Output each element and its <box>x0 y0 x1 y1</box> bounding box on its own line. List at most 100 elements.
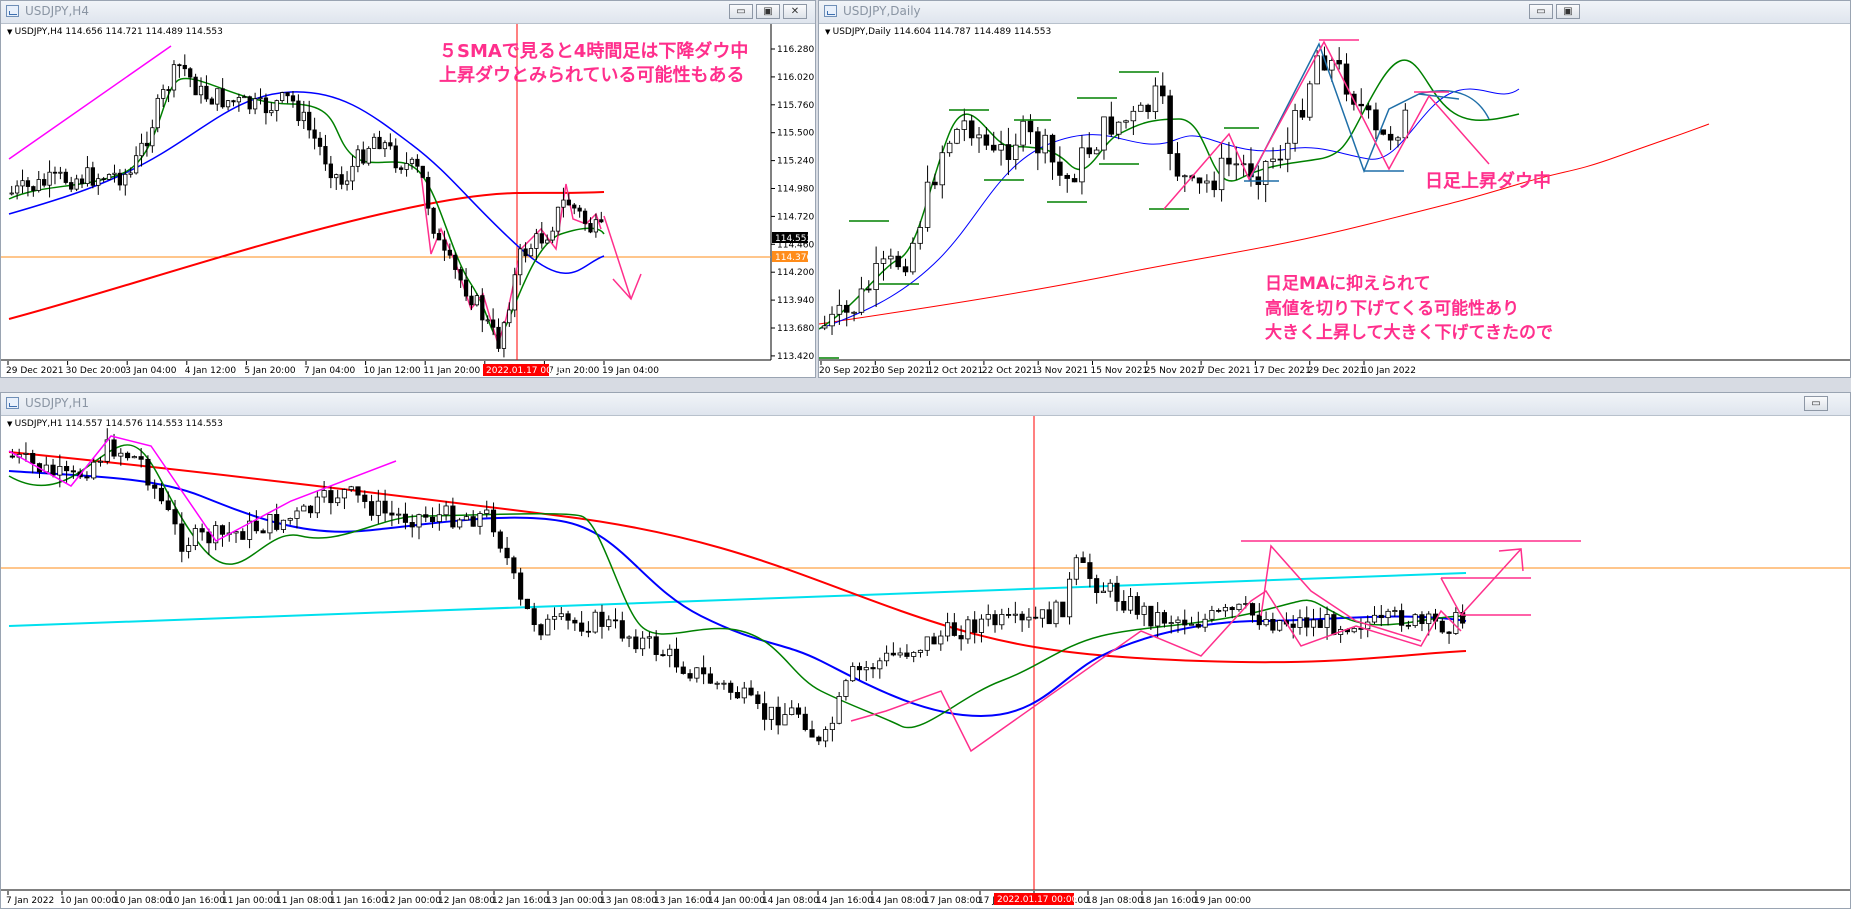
box-diagonal <box>1440 577 1462 616</box>
candle-body <box>138 456 144 460</box>
candle-body <box>1152 85 1159 113</box>
candle-body <box>531 608 537 626</box>
time-label: 30 Sep 2021 <box>873 366 930 376</box>
chart-window-daily[interactable]: USDJPY,Daily ▭ ▣ 20 Sep 2021 30 Sep 2021… <box>818 0 1851 378</box>
time-label: 30 Dec 20:00 <box>66 366 127 376</box>
candle-body <box>1145 104 1151 113</box>
candle-body <box>851 311 857 314</box>
candle-body <box>588 223 593 233</box>
candle-body <box>42 179 47 186</box>
price-label: 114.720 <box>777 212 814 222</box>
candle-body <box>457 519 463 528</box>
candle-body <box>680 666 686 674</box>
candle-body <box>1249 603 1256 616</box>
candle-body <box>361 149 366 164</box>
time-label: 29 Dec 2021 <box>6 366 64 376</box>
annotation-h4: ５SMAで見ると4時間足は下降ダウ中 上昇ダウとみられている可能性もある <box>439 40 748 89</box>
annotation-daily-trend: 日足上昇ダウ中 <box>1425 171 1551 192</box>
time-label: 10 Jan 08:00 <box>114 896 171 906</box>
candle-body <box>177 64 182 67</box>
time-label: 3 Nov 2021 <box>1036 366 1088 376</box>
candle-body <box>667 648 673 657</box>
candle-body <box>25 180 31 187</box>
candle-body <box>171 64 177 91</box>
chart-window-icon <box>824 5 837 17</box>
candle-body <box>1108 116 1115 135</box>
time-label: 11 Jan 20:00 <box>423 366 480 376</box>
symbol-info: USDJPY,H1 114.557 114.576 114.553 114.55… <box>7 419 223 429</box>
candle-body <box>528 248 534 257</box>
time-label: 13 Jan 08:00 <box>600 896 657 906</box>
candle-body <box>734 692 741 699</box>
restore-button[interactable]: ▣ <box>1556 4 1580 19</box>
candle-body <box>1020 120 1026 146</box>
candle-body <box>1148 605 1154 627</box>
candle-body <box>296 100 301 122</box>
candle-body <box>762 703 768 720</box>
candle-body <box>344 180 350 185</box>
chart-canvas-h1[interactable]: 7 Jan 2022 10 Jan 00:00 10 Jan 08:00 10 Jan… <box>1 416 1850 908</box>
chart-canvas-h4[interactable]: 116.280 116.020 115.760 115.500 115.240 114.9… <box>1 24 815 377</box>
sma-slow-line <box>819 123 1710 325</box>
price-label: 114.980 <box>777 185 814 195</box>
candle-body <box>1351 627 1357 633</box>
candle-body <box>1087 562 1093 579</box>
candle-body <box>1218 157 1225 191</box>
cursor-time-label: 2022.01.17 00:00 <box>997 895 1078 905</box>
candle-body <box>23 452 29 455</box>
candle-body <box>606 619 612 627</box>
candle-body <box>523 248 528 257</box>
candle-body <box>355 149 361 167</box>
minimize-button[interactable]: ▭ <box>1529 4 1553 19</box>
candle-body <box>1270 158 1276 162</box>
candle-body <box>931 636 937 645</box>
candle-body <box>220 88 225 108</box>
candle-body <box>866 288 872 291</box>
candle-body <box>1060 601 1066 618</box>
time-label: 10 Jan 12:00 <box>364 366 421 376</box>
candle-body <box>474 295 480 306</box>
candle-body <box>1426 613 1432 625</box>
candle-body <box>1064 174 1070 179</box>
candle-body <box>1114 582 1120 602</box>
candle-body <box>1005 144 1012 160</box>
candle-body <box>1395 137 1401 141</box>
chart-window-h1[interactable]: USDJPY,H1 ▭ 7 Jan 2022 10 Jan 00:00 10 J… <box>0 392 1851 909</box>
window-titlebar[interactable]: USDJPY,H4 ▭ ▣ ✕ <box>1 1 815 24</box>
minimize-button[interactable]: ▭ <box>729 4 753 19</box>
restore-button[interactable]: ▣ <box>756 4 780 19</box>
candle-body <box>57 466 63 476</box>
close-button[interactable]: ✕ <box>783 4 807 19</box>
price-label: 115.500 <box>777 129 814 139</box>
candle-body <box>911 652 917 657</box>
candle-body <box>836 304 843 315</box>
candle-body <box>1012 613 1018 616</box>
candle-body <box>447 249 452 256</box>
candle-body <box>399 167 404 170</box>
candle-body <box>1373 109 1379 131</box>
candle-body <box>904 652 910 657</box>
minimize-button[interactable]: ▭ <box>1804 396 1828 411</box>
window-titlebar[interactable]: USDJPY,H1 ▭ <box>1 393 1850 416</box>
chart-window-h4[interactable]: USDJPY,H4 ▭ ▣ ✕ 116.280 116.020 115.760 … <box>0 0 816 378</box>
candle-body <box>888 255 894 260</box>
support-resistance-levels <box>819 71 1259 359</box>
candle-body <box>701 667 707 675</box>
candle-body <box>1336 60 1342 65</box>
candle-body <box>186 545 192 552</box>
candle-body <box>850 666 856 682</box>
candle-body <box>443 505 449 516</box>
candle-body <box>470 516 476 527</box>
time-label: 15 Nov 2021 <box>1091 366 1149 376</box>
candle-body <box>945 622 951 637</box>
candle-body <box>1121 600 1127 611</box>
window-titlebar[interactable]: USDJPY,Daily ▭ ▣ <box>819 1 1850 24</box>
candle-body <box>58 171 63 174</box>
time-label: 12 Jan 00:00 <box>384 896 441 906</box>
candle-body <box>236 97 242 103</box>
chart-window-icon <box>6 397 19 409</box>
chart-canvas-daily[interactable]: 20 Sep 2021 30 Sep 2021 12 Oct 2021 22 Oct … <box>819 24 1850 377</box>
candle-body <box>558 613 564 617</box>
time-label: 25 Nov 2021 <box>1145 366 1203 376</box>
candle-body <box>382 500 388 514</box>
